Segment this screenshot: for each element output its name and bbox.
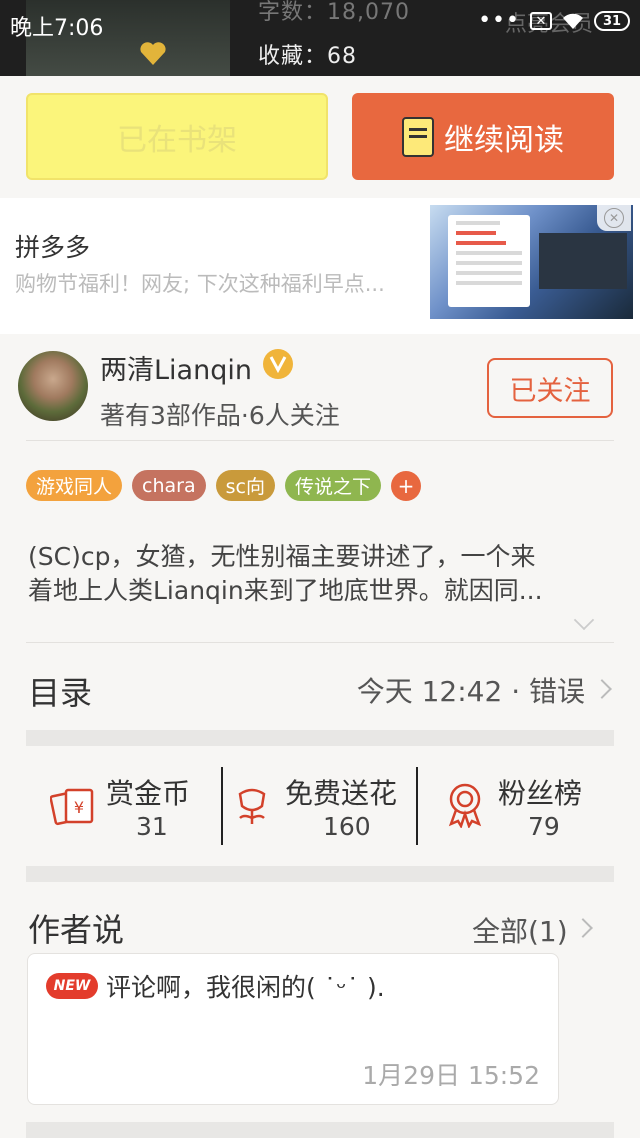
tag[interactable]: 传说之下 xyxy=(284,470,381,501)
medal-icon xyxy=(448,783,482,828)
author-comment-text: 评论啊，我很闲的( ˙ᵕ˙ ). xyxy=(106,973,385,1002)
close-icon: ✕ xyxy=(604,208,624,228)
expand-chevron-icon[interactable] xyxy=(573,609,595,631)
new-badge: NEW xyxy=(46,973,98,999)
ad-title: 拼多多 xyxy=(15,233,91,262)
ad-image-card xyxy=(448,215,530,307)
heart-pendant-icon xyxy=(140,42,166,65)
book-header: 字数：18,070 收藏：68 点亮会员 晚上7:06 ••• ✕ 31 xyxy=(0,0,640,76)
tag[interactable]: 游戏同人 xyxy=(26,470,123,501)
intro-line: (SC)cp，女猹，无性别福主要讲述了，一个来 xyxy=(28,542,536,571)
section-band xyxy=(26,1122,614,1138)
book-icon xyxy=(402,116,434,157)
battery-icon: 31 xyxy=(594,11,630,31)
avatar[interactable] xyxy=(18,351,88,421)
chevron-right-icon xyxy=(573,918,593,938)
wifi-icon xyxy=(563,13,583,29)
tag-list: 游戏同人 chara sc向 传说之下 + xyxy=(26,470,421,501)
continue-reading-button[interactable]: 继续阅读 xyxy=(352,93,614,180)
stat-label: 赏金币 xyxy=(106,777,191,810)
ad-image[interactable]: ✕ xyxy=(430,205,633,319)
author-said-all-link[interactable]: 全部(1) xyxy=(472,910,568,950)
stat-flower[interactable]: 免费送花 160 xyxy=(223,750,417,868)
stat-label: 免费送花 xyxy=(285,777,398,810)
flower-icon xyxy=(238,788,266,824)
toc-row[interactable]: 目录 今天 12:42 · 错误 xyxy=(28,668,613,712)
divider xyxy=(26,440,614,441)
intro-line: 着地上人类Lianqin来到了地底世界。就因同... xyxy=(28,576,543,605)
in-shelf-button[interactable]: 已在书架 xyxy=(26,93,328,180)
action-row: 已在书架 继续阅读 xyxy=(0,76,640,194)
ad-banner[interactable]: 拼多多 购物节福利！网友; 下次这种福利早点... ✕ xyxy=(0,198,640,334)
ad-image-panel xyxy=(539,233,627,289)
follow-button[interactable]: 已关注 xyxy=(487,358,613,418)
author-name: 两清Lianqin xyxy=(100,355,252,386)
reward-coin-icon: ¥ xyxy=(50,788,94,826)
stat-fans[interactable]: 粉丝榜 79 xyxy=(418,750,614,868)
add-tag-button[interactable]: + xyxy=(390,470,421,501)
tag[interactable]: sc向 xyxy=(215,470,275,501)
no-sim-icon: ✕ xyxy=(530,12,552,30)
more-dots-icon: ••• xyxy=(478,8,520,33)
section-band xyxy=(26,866,614,882)
stat-reward[interactable]: ¥ 赏金币 31 xyxy=(26,750,222,868)
section-band xyxy=(26,730,614,746)
continue-reading-label: 继续阅读 xyxy=(444,122,564,158)
stat-value: 31 xyxy=(136,812,168,841)
divider xyxy=(26,642,614,643)
author-meta: 著有3部作品·6人关注 xyxy=(100,401,340,430)
stat-value: 79 xyxy=(528,812,560,841)
verified-badge-icon xyxy=(263,349,293,379)
author-comment-card[interactable]: NEW 评论啊，我很闲的( ˙ᵕ˙ ). 1月29日 15:52 xyxy=(27,953,559,1105)
stat-value: 160 xyxy=(323,812,371,841)
stats-row: ¥ 赏金币 31 免费送花 160 粉丝榜 79 xyxy=(26,750,614,868)
in-shelf-label: 已在书架 xyxy=(117,122,237,158)
author-said-title: 作者说 xyxy=(28,911,125,949)
svg-text:¥: ¥ xyxy=(74,798,84,817)
collect-count: 收藏：68 xyxy=(258,44,357,69)
word-count: 字数：18,070 xyxy=(258,0,410,25)
toc-latest: 今天 12:42 · 错误 xyxy=(356,675,585,708)
tag[interactable]: chara xyxy=(132,470,206,501)
ad-description: 购物节福利！网友; 下次这种福利早点... xyxy=(15,272,385,296)
stat-label: 粉丝榜 xyxy=(498,777,583,810)
book-intro[interactable]: (SC)cp，女猹，无性别福主要讲述了，一个来 着地上人类Lianqin来到了地… xyxy=(28,540,613,608)
status-time: 晚上7:06 xyxy=(10,16,104,41)
ad-close-button[interactable]: ✕ xyxy=(597,205,631,231)
author-row[interactable]: 两清Lianqin 著有3部作品·6人关注 已关注 xyxy=(0,336,640,440)
author-comment-time: 1月29日 15:52 xyxy=(362,1061,540,1090)
status-icons: ••• ✕ 31 xyxy=(478,10,630,32)
